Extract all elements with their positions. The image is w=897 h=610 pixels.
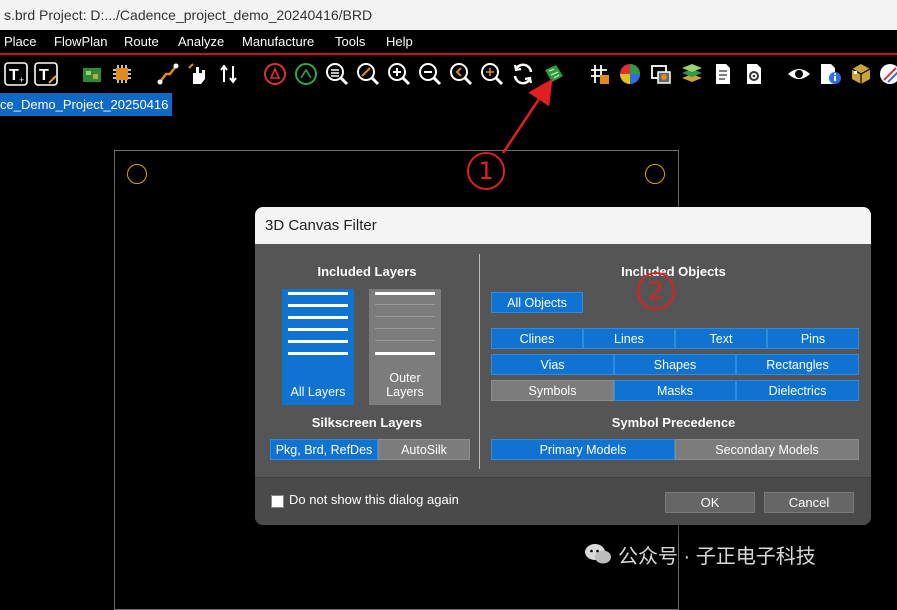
vias-button[interactable]: Vias [491,354,614,375]
board-icon[interactable] [80,62,104,86]
primary-models-button[interactable]: Primary Models [491,439,675,460]
included-objects-title: Included Objects [621,264,726,279]
settings-doc-icon[interactable] [742,62,766,86]
watermark-text: 公众号 · 子正电子科技 [618,546,816,568]
all-objects-button[interactable]: All Objects [491,292,583,313]
symbols-button[interactable]: Symbols [491,380,614,401]
ok-button[interactable]: OK [665,492,755,513]
visibility-icon[interactable] [787,62,811,86]
included-layers-title: Included Layers [317,264,417,279]
all-layers-option[interactable]: All Layers [282,289,354,405]
annotation-marker-2: 2 [637,272,675,310]
route-icon[interactable] [156,62,180,86]
svg-text:+: + [19,75,24,85]
clines-button[interactable]: Clines [491,328,583,349]
design-tab[interactable]: ce_Demo_Project_20250416 [0,93,173,116]
menu-place[interactable]: Place [4,30,37,54]
paint-icon[interactable] [878,62,897,86]
secondary-models-button[interactable]: Secondary Models [675,439,859,460]
redraw-icon[interactable] [511,62,535,86]
canvas-filter-dialog: 3D Canvas Filter Included Layers All Lay… [255,207,871,525]
silkscreen-title: Silkscreen Layers [311,415,423,430]
dielectrics-button[interactable]: Dielectrics [736,380,859,401]
window-title: s.brd Project: D:.../Cadence_project_dem… [0,0,897,30]
zoom-fit-icon[interactable] [325,62,349,86]
zoom-select-icon[interactable] [356,62,380,86]
zoom-in-icon[interactable] [387,62,411,86]
menu-tools[interactable]: Tools [335,30,365,54]
pkg-brd-refdes-button[interactable]: Pkg, Brd, RefDes [270,439,378,460]
zoom-center-icon[interactable] [480,62,504,86]
grid-icon[interactable] [587,62,611,86]
menu-manufacture[interactable]: Manufacture [242,30,314,54]
chip-icon[interactable] [110,62,134,86]
zoom-world-icon[interactable] [449,62,473,86]
cancel-button[interactable]: Cancel [764,492,854,513]
shapes-button[interactable]: Shapes [614,354,736,375]
mounting-hole [645,164,665,184]
rectangles-button[interactable]: Rectangles [736,354,859,375]
symbol-precedence-title: Symbol Precedence [611,415,736,430]
menu-help[interactable]: Help [386,30,413,54]
mounting-hole [127,164,147,184]
color-icon[interactable] [618,62,642,86]
shadow-icon[interactable] [649,62,673,86]
pins-button[interactable]: Pins [767,328,859,349]
dialog-body: Included Layers All Layers Outer Layers … [255,244,871,477]
svg-text:T: T [9,67,19,84]
3d-box-icon[interactable] [849,62,873,86]
toolbar: T + T [0,57,897,92]
swap-icon[interactable] [218,62,242,86]
report-icon[interactable] [711,62,735,86]
outer-layers-label: Outer Layers [386,371,424,399]
outer-layers-option[interactable]: Outer Layers [369,289,441,405]
drc-icon[interactable] [263,62,287,86]
dont-show-checkbox[interactable] [271,495,284,508]
dont-show-label: Do not show this dialog again [289,492,459,507]
all-layers-label: All Layers [290,385,346,399]
unrats-icon[interactable] [294,62,318,86]
svg-text:T: T [39,67,49,84]
text-add-icon[interactable]: T + [4,62,28,86]
3d-canvas-icon[interactable] [542,62,566,86]
lines-button[interactable]: Lines [583,328,675,349]
wechat-icon [585,544,611,564]
hand-icon[interactable] [186,62,210,86]
menu-bar: Place FlowPlan Route Analyze Manufacture… [0,30,897,55]
text-button[interactable]: Text [675,328,767,349]
autosilk-button[interactable]: AutoSilk [378,439,470,460]
section-divider [479,254,480,469]
annotation-marker-1: 1 [467,152,505,190]
menu-route[interactable]: Route [124,30,159,54]
dialog-footer: Do not show this dialog again OK Cancel [255,477,871,525]
masks-button[interactable]: Masks [614,380,736,401]
menu-analyze[interactable]: Analyze [178,30,224,54]
layers-icon[interactable] [680,62,704,86]
dialog-title: 3D Canvas Filter [255,207,871,244]
text-edit-icon[interactable]: T [34,62,58,86]
menu-flowplan[interactable]: FlowPlan [54,30,107,54]
zoom-out-icon[interactable] [418,62,442,86]
info-icon[interactable] [818,62,842,86]
